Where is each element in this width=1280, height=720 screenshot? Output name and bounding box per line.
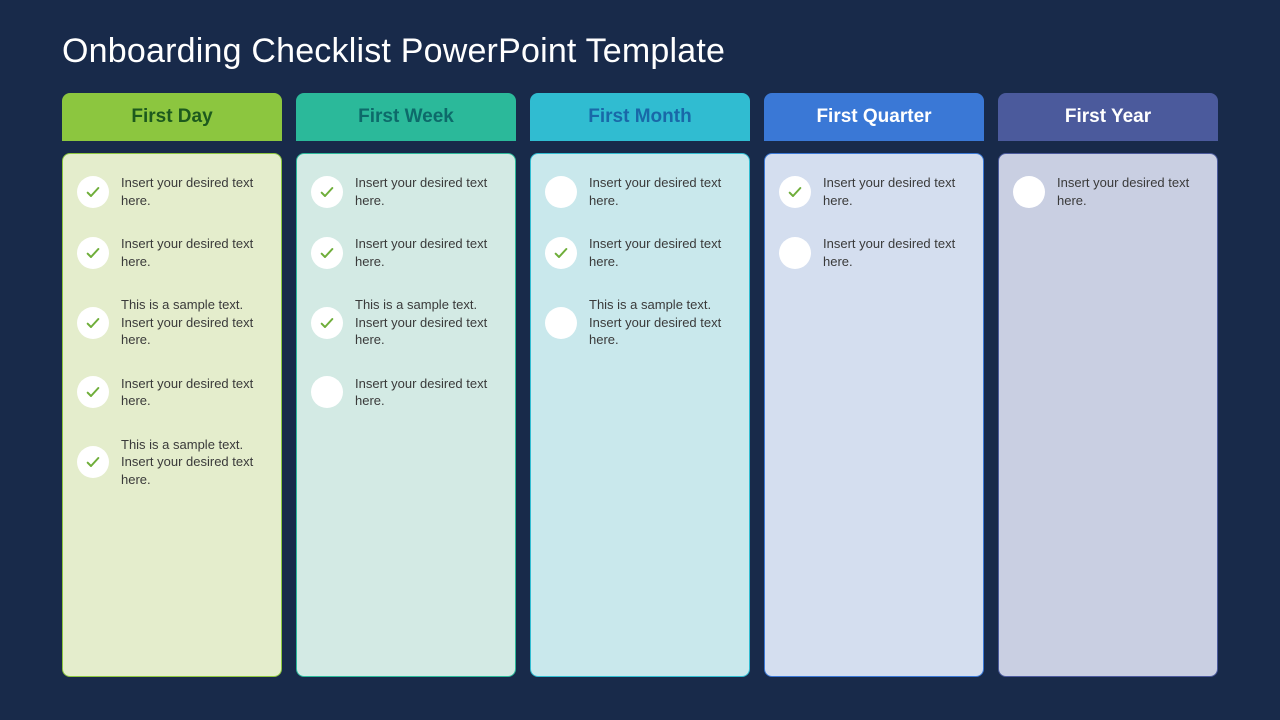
item-text: This is a sample text. Insert your desir… [121, 436, 267, 489]
column-0: First DayInsert your desired text here.I… [62, 93, 282, 677]
column-body: Insert your desired text here. Insert you… [296, 153, 516, 677]
bullet-icon [779, 237, 811, 269]
page-title: Onboarding Checklist PowerPoint Template [62, 32, 1218, 71]
list-item: Insert your desired text here. [545, 235, 735, 270]
column-3: First Quarter Insert your desired text he… [764, 93, 984, 677]
column-2: First Month Insert your desired text here… [530, 93, 750, 677]
item-text: Insert your desired text here. [823, 235, 969, 270]
check-icon [311, 307, 343, 339]
checklist-columns: First DayInsert your desired text here.I… [62, 93, 1218, 677]
bullet-icon [545, 176, 577, 208]
column-body: Insert your desired text here. [998, 153, 1218, 677]
column-body: Insert your desired text here. Insert you… [62, 153, 282, 677]
column-header: First Quarter [764, 93, 984, 141]
item-text: This is a sample text. Insert your desir… [589, 296, 735, 349]
check-icon [545, 237, 577, 269]
bullet-icon [311, 376, 343, 408]
column-header: First Day [62, 93, 282, 141]
check-icon [779, 176, 811, 208]
check-icon [311, 176, 343, 208]
list-item: Insert your desired text here. [311, 235, 501, 270]
check-icon [77, 237, 109, 269]
list-item: This is a sample text. Insert your desir… [77, 436, 267, 489]
item-text: Insert your desired text here. [589, 174, 735, 209]
column-1: First Week Insert your desired text here.… [296, 93, 516, 677]
list-item: Insert your desired text here. [77, 174, 267, 209]
check-icon [77, 176, 109, 208]
list-item: Insert your desired text here. [77, 235, 267, 270]
list-item: This is a sample text. Insert your desir… [545, 296, 735, 349]
column-body: Insert your desired text here. Insert you… [764, 153, 984, 677]
item-text: Insert your desired text here. [823, 174, 969, 209]
list-item: Insert your desired text here. [779, 235, 969, 270]
item-text: Insert your desired text here. [355, 235, 501, 270]
list-item: Insert your desired text here. [311, 174, 501, 209]
bullet-icon [1013, 176, 1045, 208]
list-item: This is a sample text. Insert your desir… [77, 296, 267, 349]
item-text: Insert your desired text here. [355, 174, 501, 209]
list-item: This is a sample text. Insert your desir… [311, 296, 501, 349]
list-item: Insert your desired text here. [545, 174, 735, 209]
item-text: Insert your desired text here. [355, 375, 501, 410]
slide: Onboarding Checklist PowerPoint Template… [0, 0, 1280, 720]
check-icon [311, 237, 343, 269]
check-icon [77, 307, 109, 339]
check-icon [77, 376, 109, 408]
list-item: Insert your desired text here. [77, 375, 267, 410]
column-header: First Week [296, 93, 516, 141]
column-header: First Year [998, 93, 1218, 141]
check-icon [77, 446, 109, 478]
item-text: Insert your desired text here. [121, 375, 267, 410]
column-4: First Year Insert your desired text here. [998, 93, 1218, 677]
list-item: Insert your desired text here. [779, 174, 969, 209]
list-item: Insert your desired text here. [1013, 174, 1203, 209]
item-text: This is a sample text. Insert your desir… [355, 296, 501, 349]
item-text: This is a sample text. Insert your desir… [121, 296, 267, 349]
item-text: Insert your desired text here. [1057, 174, 1203, 209]
column-body: Insert your desired text here. Insert you… [530, 153, 750, 677]
list-item: Insert your desired text here. [311, 375, 501, 410]
item-text: Insert your desired text here. [121, 174, 267, 209]
bullet-icon [545, 307, 577, 339]
item-text: Insert your desired text here. [121, 235, 267, 270]
column-header: First Month [530, 93, 750, 141]
item-text: Insert your desired text here. [589, 235, 735, 270]
